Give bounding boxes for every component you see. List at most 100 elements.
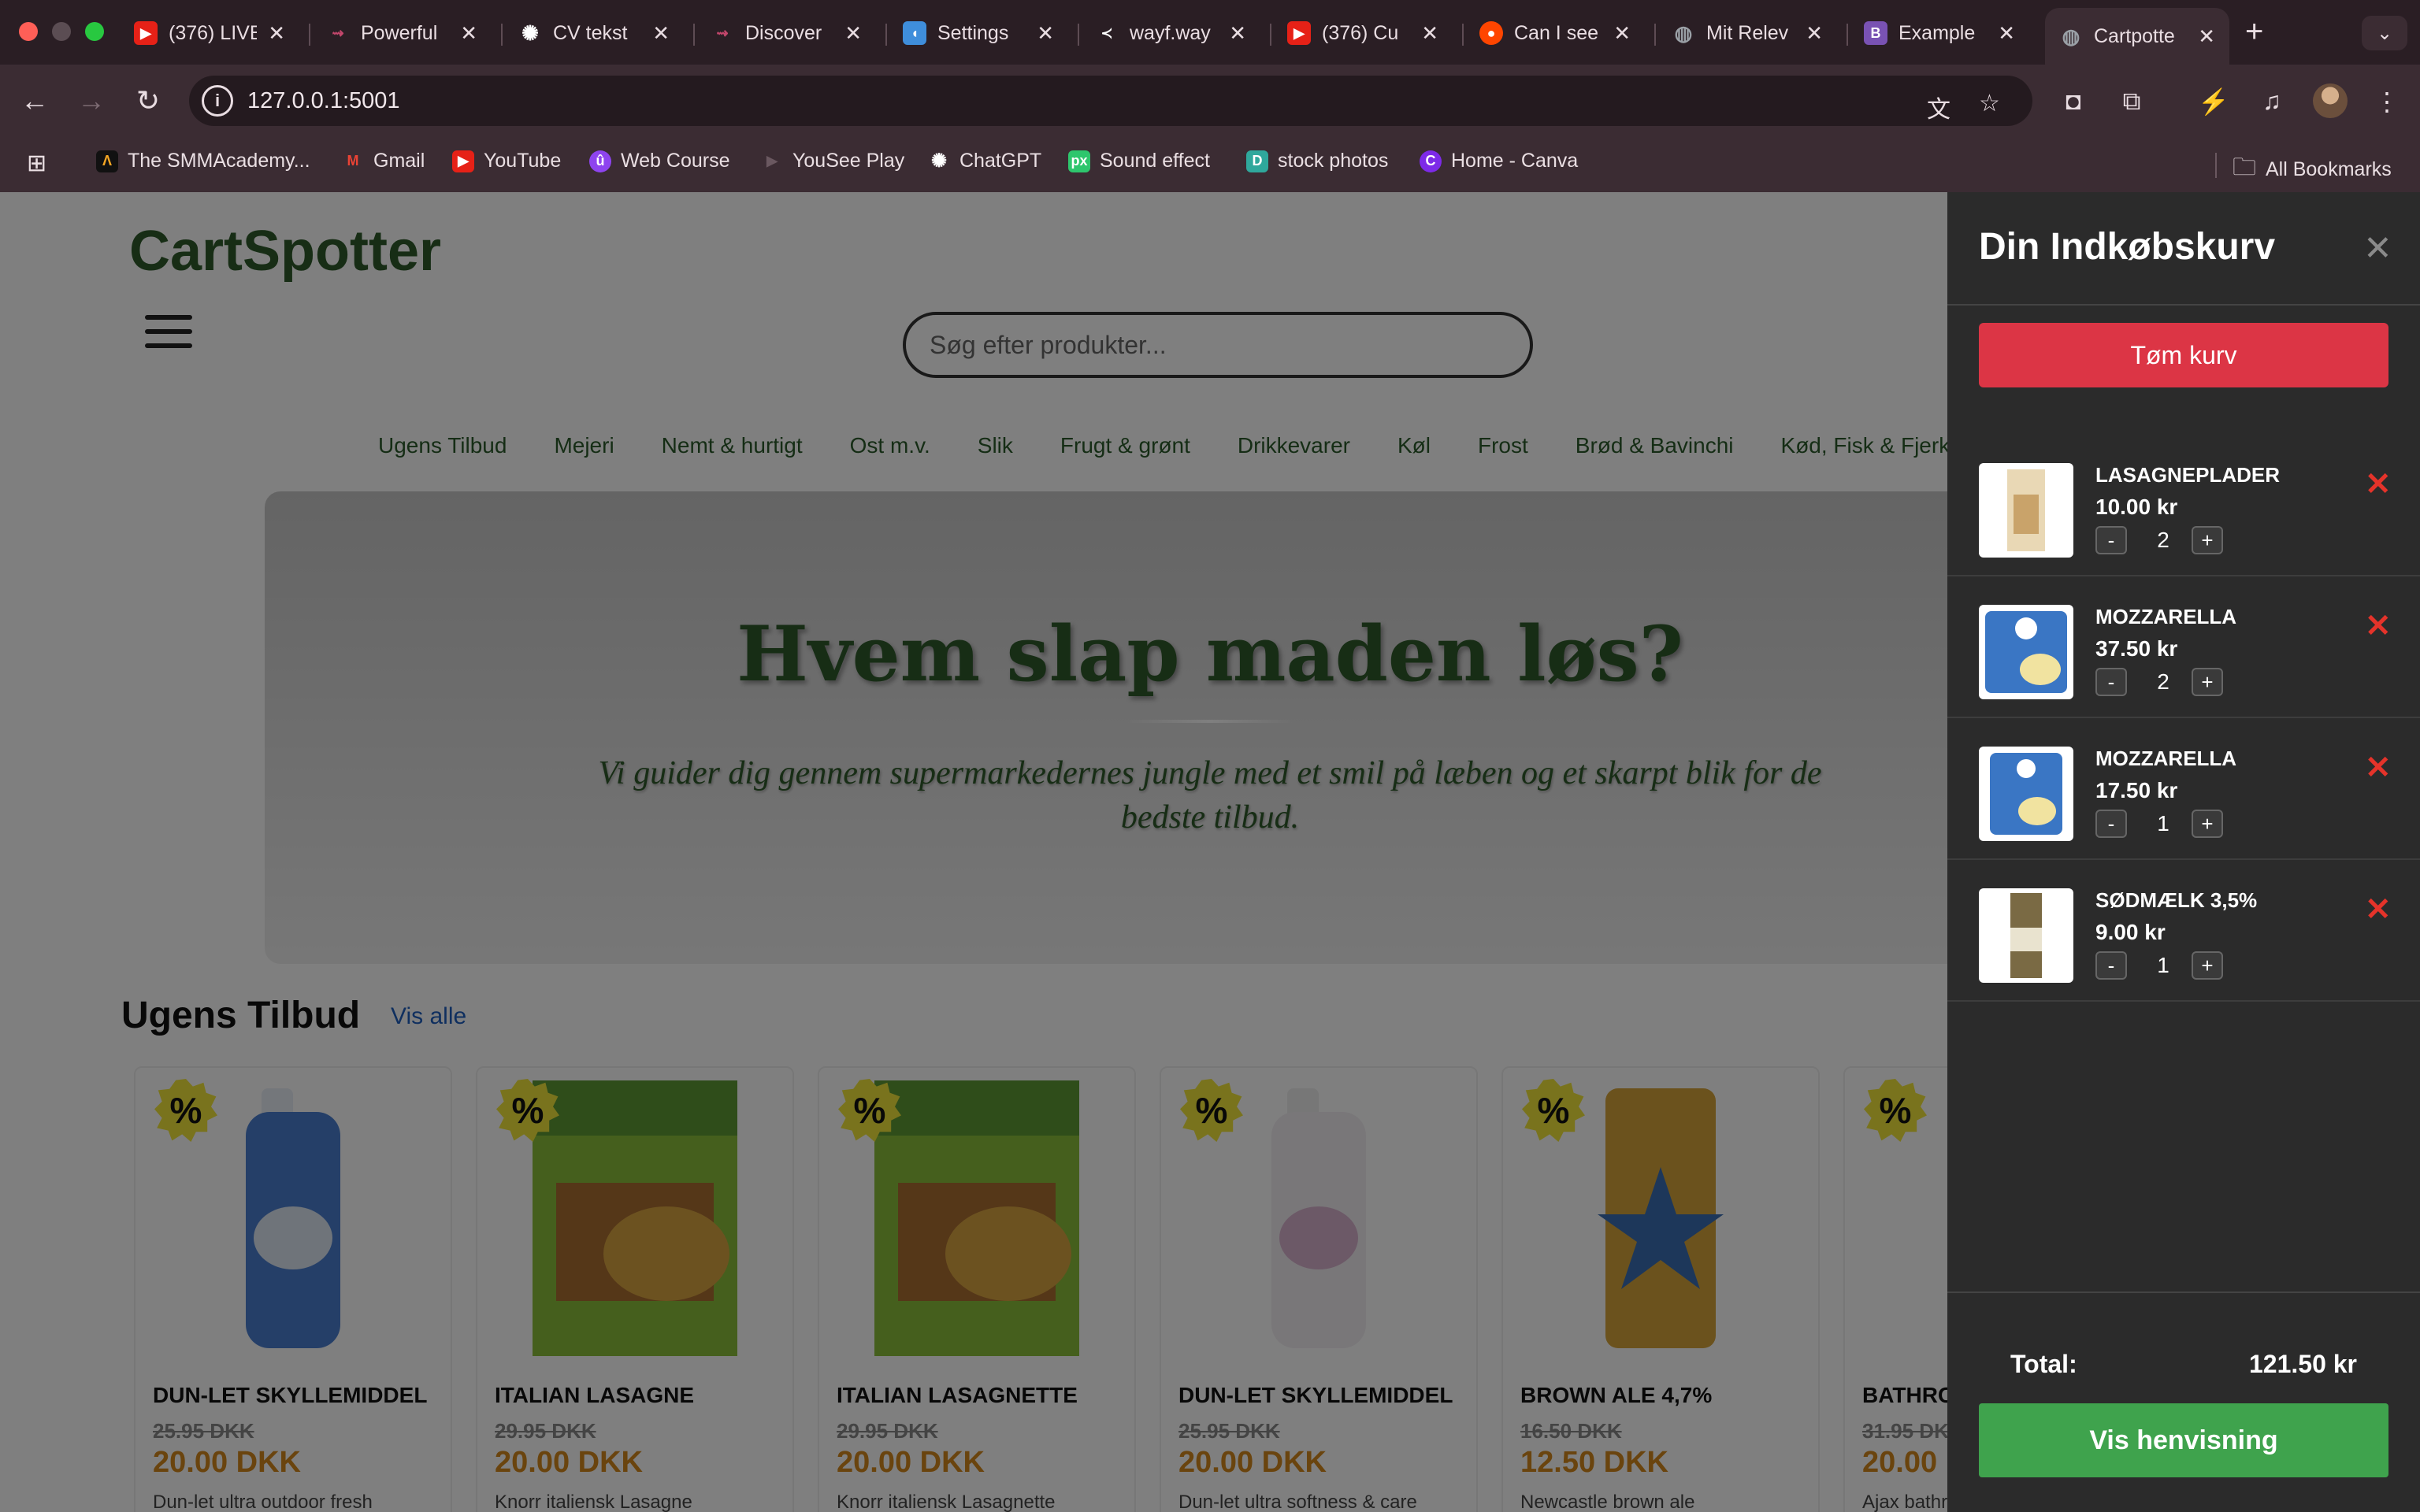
remove-item-icon[interactable]: ✕: [2365, 466, 2392, 502]
tab-search-chevron-icon[interactable]: ⌄: [2362, 16, 2407, 50]
forward-arrow-icon[interactable]: →: [72, 82, 110, 120]
performance-icon[interactable]: ⚡: [2198, 87, 2229, 117]
cart-title: Din Indkøbskurv: [1979, 226, 2276, 268]
close-tab-icon[interactable]: ✕: [1613, 21, 1631, 46]
media-control-icon[interactable]: ♫: [2256, 87, 2288, 116]
reddit-icon: ●: [1479, 21, 1503, 45]
reload-icon[interactable]: ↻: [129, 82, 167, 120]
remove-item-icon[interactable]: ✕: [2365, 891, 2392, 928]
browser-tab[interactable]: ≺ wayf.way ✕: [1081, 13, 1260, 54]
cart-item: LASAGNEPLADER 10.00 kr - 2 + ✕: [1947, 435, 2420, 576]
wayf-icon: ≺: [1101, 24, 1113, 41]
close-icon[interactable]: ✕: [2363, 228, 2392, 269]
cart-item-price: 10.00 kr: [2095, 495, 2178, 519]
increase-quantity-button[interactable]: +: [2192, 810, 2223, 838]
cart-item: MOZZARELLA 17.50 kr - 1 + ✕: [1947, 718, 2420, 860]
bookmarks-bar: ⊞ Λ The SMMAcademy... M Gmail ▶ YouTube …: [0, 137, 2420, 192]
close-window-button[interactable]: [19, 22, 38, 41]
close-tab-icon[interactable]: ✕: [1037, 21, 1054, 46]
bookmark-item[interactable]: ▶ YouTube: [452, 150, 561, 172]
bookmark-star-icon[interactable]: ☆: [1979, 90, 2000, 117]
bookmark-item[interactable]: D stock photos: [1246, 150, 1388, 172]
openai-icon: ✺: [930, 150, 948, 172]
tab-separator: [1654, 24, 1656, 46]
cart-item: MOZZARELLA 37.50 kr - 2 + ✕: [1947, 576, 2420, 718]
youtube-icon: ▶: [134, 21, 158, 45]
browser-tab-active[interactable]: ◍ Cartpotte ✕: [2045, 8, 2229, 65]
extensions-puzzle-icon[interactable]: ⧉: [2116, 87, 2147, 117]
increase-quantity-button[interactable]: +: [2192, 951, 2223, 980]
browser-tab[interactable]: ▶ (376) LIVE ✕: [120, 13, 299, 54]
maximize-window-button[interactable]: [85, 22, 104, 41]
tab-separator: [1078, 24, 1079, 46]
close-tab-icon[interactable]: ✕: [268, 21, 285, 46]
decrease-quantity-button[interactable]: -: [2095, 526, 2127, 554]
quantity-value: 2: [2157, 669, 2169, 694]
decrease-quantity-button[interactable]: -: [2095, 951, 2127, 980]
close-tab-icon[interactable]: ✕: [1421, 21, 1438, 46]
apps-grid-icon[interactable]: ⊞: [27, 150, 46, 177]
browser-tab[interactable]: ◖ Settings ✕: [889, 13, 1068, 54]
bookmark-item[interactable]: ▶ YouSee Play: [761, 150, 904, 172]
link-icon: ⇝: [332, 24, 344, 41]
bookmark-item[interactable]: C Home - Canva: [1420, 150, 1578, 172]
url-text[interactable]: 127.0.0.1:5001: [247, 88, 400, 114]
smm-icon: Λ: [96, 150, 118, 172]
browser-tab[interactable]: B Example ✕: [1850, 13, 2029, 54]
browser-tab[interactable]: ⇝ Discover ✕: [696, 13, 876, 54]
camera-icon[interactable]: ◘: [2058, 87, 2089, 116]
tab-separator: [693, 24, 695, 46]
profile-avatar[interactable]: [2313, 83, 2348, 118]
divider: [1947, 1292, 2420, 1293]
tab-separator: [1462, 24, 1464, 46]
browser-tab[interactable]: ⇝ Powerful ✕: [312, 13, 492, 54]
cart-item-image: [1979, 747, 2073, 841]
empty-cart-button[interactable]: Tøm kurv: [1979, 323, 2388, 387]
increase-quantity-button[interactable]: +: [2192, 668, 2223, 696]
all-bookmarks-folder[interactable]: 🗀 All Bookmarks: [2233, 150, 2392, 190]
show-referral-button[interactable]: Vis henvisning: [1979, 1403, 2388, 1477]
browser-tab[interactable]: ▶ (376) Cu ✕: [1273, 13, 1453, 54]
remove-item-icon[interactable]: ✕: [2365, 608, 2392, 644]
decrease-quantity-button[interactable]: -: [2095, 668, 2127, 696]
new-tab-icon[interactable]: +: [2245, 14, 2263, 50]
browser-tab[interactable]: ◍ Mit Relev ✕: [1657, 13, 1837, 54]
remove-item-icon[interactable]: ✕: [2365, 750, 2392, 786]
site-info-icon[interactable]: i: [202, 85, 233, 117]
back-arrow-icon[interactable]: ←: [16, 82, 54, 120]
cart-item-name: SØDMÆLK 3,5%: [2095, 888, 2258, 912]
close-tab-icon[interactable]: ✕: [652, 21, 670, 46]
translate-icon[interactable]: 文: [1927, 90, 1950, 124]
tab-separator: [1847, 24, 1848, 46]
stock-icon: D: [1246, 150, 1268, 172]
cart-item: SØDMÆLK 3,5% 9.00 kr - 1 + ✕: [1947, 860, 2420, 1002]
close-tab-icon[interactable]: ✕: [1229, 21, 1246, 46]
quantity-value: 1: [2157, 811, 2169, 836]
minimize-window-button[interactable]: [52, 22, 71, 41]
youtube-icon: ▶: [1287, 21, 1311, 45]
bookmark-item[interactable]: px Sound effect: [1068, 150, 1210, 172]
cart-panel: Din Indkøbskurv ✕ Tøm kurv LASAGNEPLADER…: [1947, 192, 2420, 1512]
close-tab-icon[interactable]: ✕: [1806, 21, 1823, 46]
settings-app-icon: ◖: [903, 21, 926, 45]
close-tab-icon[interactable]: ✕: [460, 21, 477, 46]
kebab-menu-icon[interactable]: ⋮: [2371, 87, 2403, 117]
close-tab-icon[interactable]: ✕: [2198, 24, 2215, 49]
browser-tab[interactable]: ✺ CV tekst ✕: [504, 13, 684, 54]
course-icon: û: [589, 150, 611, 172]
bookmark-item[interactable]: ✺ ChatGPT: [928, 150, 1041, 172]
increase-quantity-button[interactable]: +: [2192, 526, 2223, 554]
cart-item-name: MOZZARELLA: [2095, 605, 2237, 628]
browser-tab[interactable]: ● Can I see ✕: [1465, 13, 1645, 54]
close-tab-icon[interactable]: ✕: [1998, 21, 2015, 46]
tab-separator: [309, 24, 310, 46]
address-bar[interactable]: i 127.0.0.1:5001 文 ☆: [189, 76, 2032, 126]
bookmark-item[interactable]: û Web Course: [589, 150, 730, 172]
close-tab-icon[interactable]: ✕: [844, 21, 862, 46]
bookmark-item[interactable]: M Gmail: [342, 150, 425, 172]
cart-item-image: [1979, 605, 2073, 699]
tab-separator: [501, 24, 503, 46]
openai-icon: ✺: [521, 20, 539, 45]
decrease-quantity-button[interactable]: -: [2095, 810, 2127, 838]
bookmark-item[interactable]: Λ The SMMAcademy...: [96, 150, 310, 172]
